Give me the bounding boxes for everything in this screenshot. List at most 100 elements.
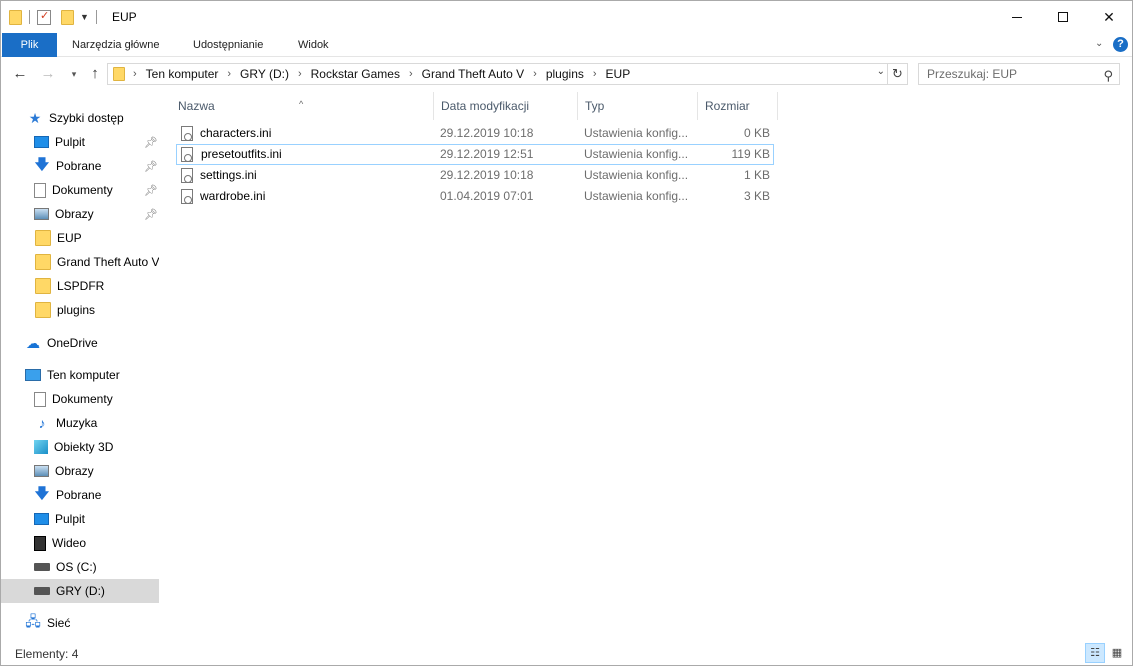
folder-icon — [113, 67, 125, 81]
pictures-icon — [34, 465, 49, 477]
file-row[interactable]: presetoutfits.ini 29.12.2019 12:51 Ustaw… — [176, 144, 774, 165]
chevron-down-icon[interactable]: ⌄ — [877, 66, 885, 77]
chevron-right-icon[interactable]: › — [533, 68, 537, 80]
breadcrumb-eup[interactable]: EUP — [606, 67, 631, 81]
ini-file-icon — [181, 147, 193, 162]
column-header-size[interactable]: Rozmiar — [698, 92, 778, 120]
sidebar-item-pc-documents[interactable]: Dokumenty — [1, 387, 159, 411]
sidebar-item-pc-downloads[interactable]: 🡇 Pobrane — [1, 483, 159, 507]
tab-share[interactable]: Udostępnianie — [193, 33, 263, 57]
chevron-right-icon[interactable]: › — [227, 68, 231, 80]
desktop-icon — [34, 513, 49, 525]
computer-icon — [25, 369, 41, 381]
address-bar[interactable]: › Ten komputer › GRY (D:) › Rockstar Gam… — [107, 63, 888, 85]
file-size: 0 KB — [743, 126, 770, 140]
details-view-icon[interactable]: ☷ — [1085, 643, 1105, 663]
sidebar-item-drive-d[interactable]: GRY (D:) — [1, 579, 159, 603]
pin-icon[interactable]: 📌︎ — [144, 136, 158, 149]
tab-home[interactable]: Narzędzia główne — [72, 33, 159, 57]
column-header-name[interactable]: Nazwa ^ — [171, 92, 434, 120]
ini-file-icon — [181, 189, 193, 204]
file-name: settings.ini — [200, 168, 257, 182]
breadcrumb-rockstar[interactable]: Rockstar Games — [311, 67, 400, 81]
sidebar-item-label: Pobrane — [56, 488, 102, 502]
chevron-right-icon[interactable]: › — [593, 68, 597, 80]
window-title: EUP — [112, 10, 137, 24]
file-row[interactable]: settings.ini 29.12.2019 10:18 Ustawienia… — [176, 165, 774, 186]
item-count: Elementy: 4 — [15, 647, 79, 661]
tab-file[interactable]: Plik — [2, 33, 57, 57]
pin-icon[interactable]: 📌︎ — [144, 160, 158, 173]
column-header-label: Rozmiar — [705, 99, 750, 113]
chevron-right-icon[interactable]: › — [409, 68, 413, 80]
3d-objects-icon — [34, 440, 48, 454]
minimize-button[interactable] — [994, 1, 1040, 33]
refresh-button[interactable]: ↻ — [888, 63, 908, 85]
new-folder-icon[interactable] — [61, 9, 74, 25]
pin-icon[interactable]: 📌︎ — [144, 208, 158, 221]
sidebar-item-label: Ten komputer — [47, 368, 120, 382]
ribbon-tabs: Plik Narzędzia główne Udostępnianie Wido… — [1, 33, 1132, 57]
sidebar-item-eup[interactable]: EUP — [1, 226, 159, 250]
file-size: 3 KB — [743, 189, 770, 203]
pin-icon[interactable]: 📌︎ — [144, 184, 158, 197]
expand-ribbon-icon[interactable]: ⌄ — [1095, 38, 1103, 49]
sidebar-item-quick-access[interactable]: ★ Szybki dostęp — [1, 106, 159, 130]
file-row[interactable]: characters.ini 29.12.2019 10:18 Ustawien… — [176, 123, 774, 144]
sidebar-item-label: Dokumenty — [52, 392, 113, 406]
sidebar-item-lspdfr[interactable]: LSPDFR — [1, 274, 159, 298]
sidebar-item-label: GRY (D:) — [56, 584, 105, 598]
system-drive-icon — [34, 563, 50, 571]
ini-file-icon — [181, 168, 193, 183]
file-date: 01.04.2019 07:01 — [440, 189, 534, 203]
sidebar-item-pictures[interactable]: Obrazy 📌︎ — [1, 202, 159, 226]
breadcrumb-gta[interactable]: Grand Theft Auto V — [422, 67, 525, 81]
sidebar-item-drive-c[interactable]: OS (C:) — [1, 555, 159, 579]
close-button[interactable]: ✕ — [1086, 1, 1132, 33]
file-name: characters.ini — [200, 126, 272, 140]
help-icon[interactable]: ? — [1113, 37, 1128, 52]
chevron-right-icon[interactable]: › — [133, 68, 137, 80]
navigation-bar: ← → ▾ ↑ › Ten komputer › GRY (D:) › Rock… — [1, 59, 1132, 89]
sidebar-item-network[interactable]: 🖧 Sieć — [1, 611, 159, 635]
file-type: Ustawienia konfig... — [584, 126, 689, 140]
sidebar-item-music[interactable]: ♪ Muzyka — [1, 411, 159, 435]
properties-icon[interactable] — [37, 9, 51, 25]
column-header-type[interactable]: Typ — [578, 92, 698, 120]
file-name: wardrobe.ini — [200, 189, 266, 203]
toolbar-separator — [29, 10, 30, 24]
search-input[interactable]: Przeszukaj: EUP ⚲ — [918, 63, 1120, 85]
customize-toolbar-icon[interactable]: ▼ — [80, 12, 89, 22]
forward-button[interactable]: → — [37, 63, 59, 85]
sidebar-item-plugins[interactable]: plugins — [1, 298, 159, 322]
breadcrumb-plugins[interactable]: plugins — [546, 67, 584, 81]
sidebar-item-pc-pictures[interactable]: Obrazy — [1, 459, 159, 483]
sidebar-item-label: OS (C:) — [56, 560, 97, 574]
folder-icon — [35, 278, 51, 294]
breadcrumb-this-pc[interactable]: Ten komputer — [146, 67, 219, 81]
tab-view[interactable]: Widok — [298, 33, 329, 57]
breadcrumb-drive[interactable]: GRY (D:) — [240, 67, 289, 81]
file-row[interactable]: wardrobe.ini 01.04.2019 07:01 Ustawienia… — [176, 186, 774, 207]
up-button[interactable]: ↑ — [84, 63, 106, 85]
sidebar-item-onedrive[interactable]: ☁ OneDrive — [1, 331, 159, 355]
sidebar-item-documents[interactable]: Dokumenty 📌︎ — [1, 178, 159, 202]
file-size: 1 KB — [743, 168, 770, 182]
sidebar-item-pc-desktop[interactable]: Pulpit — [1, 507, 159, 531]
search-icon[interactable]: ⚲ — [1103, 66, 1113, 86]
back-button[interactable]: ← — [9, 63, 31, 85]
explorer-window: ▼ EUP ✕ Plik Narzędzia główne Udostępnia… — [0, 0, 1133, 666]
column-header-date[interactable]: Data modyfikacji — [434, 92, 578, 120]
sidebar-item-gta[interactable]: Grand Theft Auto V — [1, 250, 159, 274]
sidebar-item-desktop[interactable]: Pulpit 📌︎ — [1, 130, 159, 154]
chevron-right-icon[interactable]: › — [298, 68, 302, 80]
large-icons-view-icon[interactable]: ▦ — [1107, 643, 1127, 663]
sidebar-item-3d-objects[interactable]: Obiekty 3D — [1, 435, 159, 459]
sidebar-item-downloads[interactable]: 🡇 Pobrane 📌︎ — [1, 154, 159, 178]
sidebar-item-label: OneDrive — [47, 336, 98, 350]
sidebar-item-this-pc[interactable]: Ten komputer — [1, 363, 159, 387]
recent-locations-icon[interactable]: ▾ — [63, 63, 85, 85]
sidebar-item-video[interactable]: Wideo — [1, 531, 159, 555]
maximize-button[interactable] — [1040, 1, 1086, 33]
status-bar: Elementy: 4 ☷ ▦ — [1, 641, 1132, 666]
